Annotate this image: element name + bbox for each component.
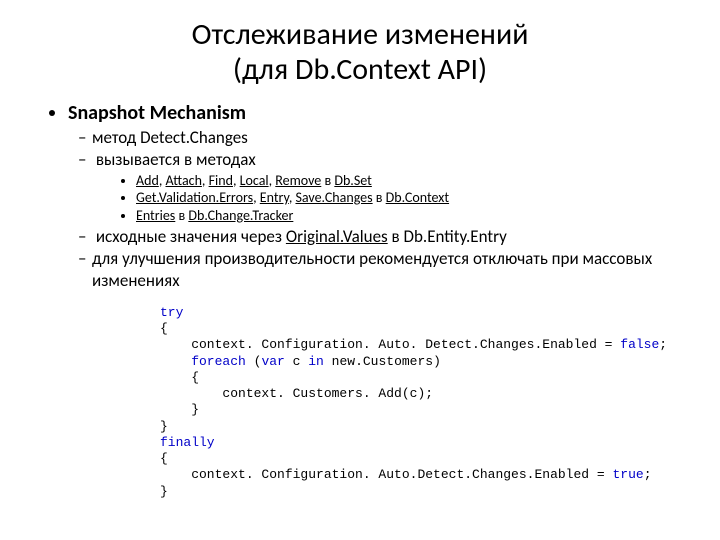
link-dbset[interactable]: Db.Set [334, 172, 372, 189]
kw-var: var [261, 354, 284, 369]
link-entry[interactable]: Entry [260, 189, 289, 206]
kw-true: true [612, 467, 643, 482]
code-l9: { [160, 451, 168, 466]
sub-performance: для улучшения производительности рекомен… [92, 248, 680, 291]
method-list: Add, Attach, Find, Local, Remove в Db.Se… [120, 172, 680, 225]
link-getvalidationerrors[interactable]: Get.Validation.Errors [136, 189, 253, 206]
link-originalvalues[interactable]: Original.Values [286, 226, 388, 247]
kw-false: false [620, 337, 659, 352]
link-savechanges[interactable]: Save.Changes [295, 189, 372, 206]
text-in-3: в [175, 207, 188, 224]
link-dbchangetracker[interactable]: Db.Change.Tracker [188, 207, 293, 224]
sublist: метод Detect.Changes вызывается в метода… [78, 127, 680, 291]
sub-ov-post: в Db.Entity.Entry [388, 226, 507, 247]
bullet-snapshot-label: Snapshot Mechanism [68, 101, 246, 125]
link-dbcontext[interactable]: Db.Context [386, 189, 449, 206]
methods-dbset: Add, Attach, Find, Local, Remove в Db.Se… [136, 172, 680, 190]
link-local[interactable]: Local [240, 172, 269, 189]
text-in-1: в [321, 172, 334, 189]
methods-changetracker: Entries в Db.Change.Tracker [136, 207, 680, 225]
text-in-2: в [373, 189, 386, 206]
code-l3d: c [285, 354, 308, 369]
title-line-1: Отслеживание изменений [192, 16, 529, 53]
slide: Отслеживание изменений (для Db.Context A… [0, 0, 720, 540]
sub-called-in: вызывается в методах Add, Attach, Find, … [92, 149, 680, 224]
kw-foreach: foreach [160, 354, 246, 369]
title-line-2: (для Db.Context API) [233, 51, 487, 88]
code-l6: } [160, 402, 199, 417]
code-l1: { [160, 321, 168, 336]
code-l5: context. Customers. Add(c); [160, 386, 433, 401]
code-l10a: context. Configuration. Auto.Detect.Chan… [160, 467, 612, 482]
code-l7: } [160, 419, 168, 434]
code-l3b: ( [246, 354, 262, 369]
kw-try: try [160, 305, 183, 320]
code-l2a: context. Configuration. Auto. Detect.Cha… [160, 337, 620, 352]
link-find[interactable]: Find [209, 172, 233, 189]
code-l4: { [160, 370, 199, 385]
link-remove[interactable]: Remove [275, 172, 321, 189]
code-l10c: ; [644, 467, 652, 482]
sub-ov-pre: исходные значения через [96, 226, 286, 247]
code-l11: } [160, 484, 168, 499]
kw-finally: finally [160, 435, 215, 450]
slide-title: Отслеживание изменений (для Db.Context A… [40, 18, 680, 87]
code-l2c: ; [659, 337, 667, 352]
code-l3f: new.Customers) [324, 354, 441, 369]
methods-dbcontext: Get.Validation.Errors, Entry, Save.Chang… [136, 189, 680, 207]
bullet-list: Snapshot Mechanism метод Detect.Changes … [50, 101, 680, 291]
link-entries[interactable]: Entries [136, 207, 175, 224]
sub-originalvalues: исходные значения через Original.Values … [92, 226, 680, 247]
link-add[interactable]: Add [136, 172, 159, 189]
link-attach[interactable]: Attach [165, 172, 201, 189]
sub-called-in-label: вызывается в методах [96, 149, 256, 170]
bullet-snapshot: Snapshot Mechanism метод Detect.Changes … [68, 101, 680, 291]
sub-detectchanges: метод Detect.Changes [92, 127, 680, 148]
code-block: try { context. Configuration. Auto. Dete… [160, 305, 680, 500]
kw-in: in [308, 354, 324, 369]
